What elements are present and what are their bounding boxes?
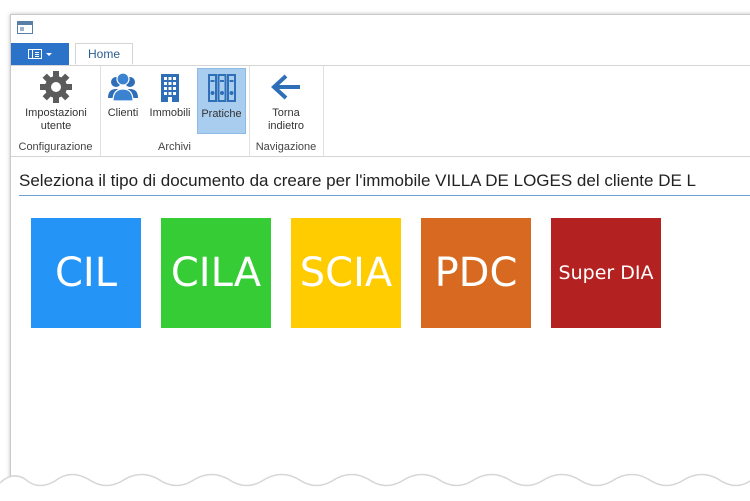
title-bar [11,15,750,43]
tile-cila[interactable]: CILA [161,218,271,328]
impostazioni-label-line2: utente [40,120,72,132]
pratiche-label: Pratiche [201,108,242,120]
tile-super-dia[interactable]: Super DIA [551,218,661,328]
torna-label-line2: indietro [267,120,305,132]
app-window: Home Impostazioni utente Configurazione … [10,14,750,485]
tile-scia[interactable]: SCIA [291,218,401,328]
tile-cil[interactable]: CIL [31,218,141,328]
chevron-down-icon [46,52,52,56]
document-type-prompt: Seleziona il tipo di documento da creare… [19,169,750,196]
users-icon [108,72,138,102]
binders-icon [207,74,236,102]
impostazioni-utente-button[interactable]: Impostazioni utente [17,68,95,134]
group-label-navigazione: Navigazione [255,141,317,153]
arrow-left-icon [271,74,300,100]
clienti-label: Clienti [107,107,139,119]
ribbon: Impostazioni utente Configurazione Clien… [11,66,750,157]
app-window-icon [17,21,33,34]
torna-indietro-button[interactable]: Torna indietro [257,68,315,134]
torna-label-line1: Torna [272,107,300,119]
tab-home[interactable]: Home [75,43,133,65]
pratiche-button[interactable]: Pratiche [197,68,246,134]
ribbon-group-navigazione: Torna indietro Navigazione [249,66,324,156]
group-label-archivi: Archivi [157,141,191,153]
gear-icon [40,71,72,103]
group-label-configurazione: Configurazione [18,141,93,153]
immobili-button[interactable]: Immobili [145,68,195,134]
clienti-button[interactable]: Clienti [103,68,143,134]
impostazioni-label-line1: Impostazioni [25,107,87,119]
ribbon-group-configurazione: Impostazioni utente Configurazione [11,66,101,156]
torn-paper-edge [0,473,750,501]
application-menu-icon [28,49,42,59]
tile-pdc[interactable]: PDC [421,218,531,328]
building-icon [161,74,179,102]
immobili-label: Immobili [149,107,191,119]
ribbon-group-archivi: Clienti Immobili Pratiche Archivi [100,66,250,156]
application-menu-button[interactable] [11,43,69,65]
ribbon-tab-row: Home [11,43,750,66]
